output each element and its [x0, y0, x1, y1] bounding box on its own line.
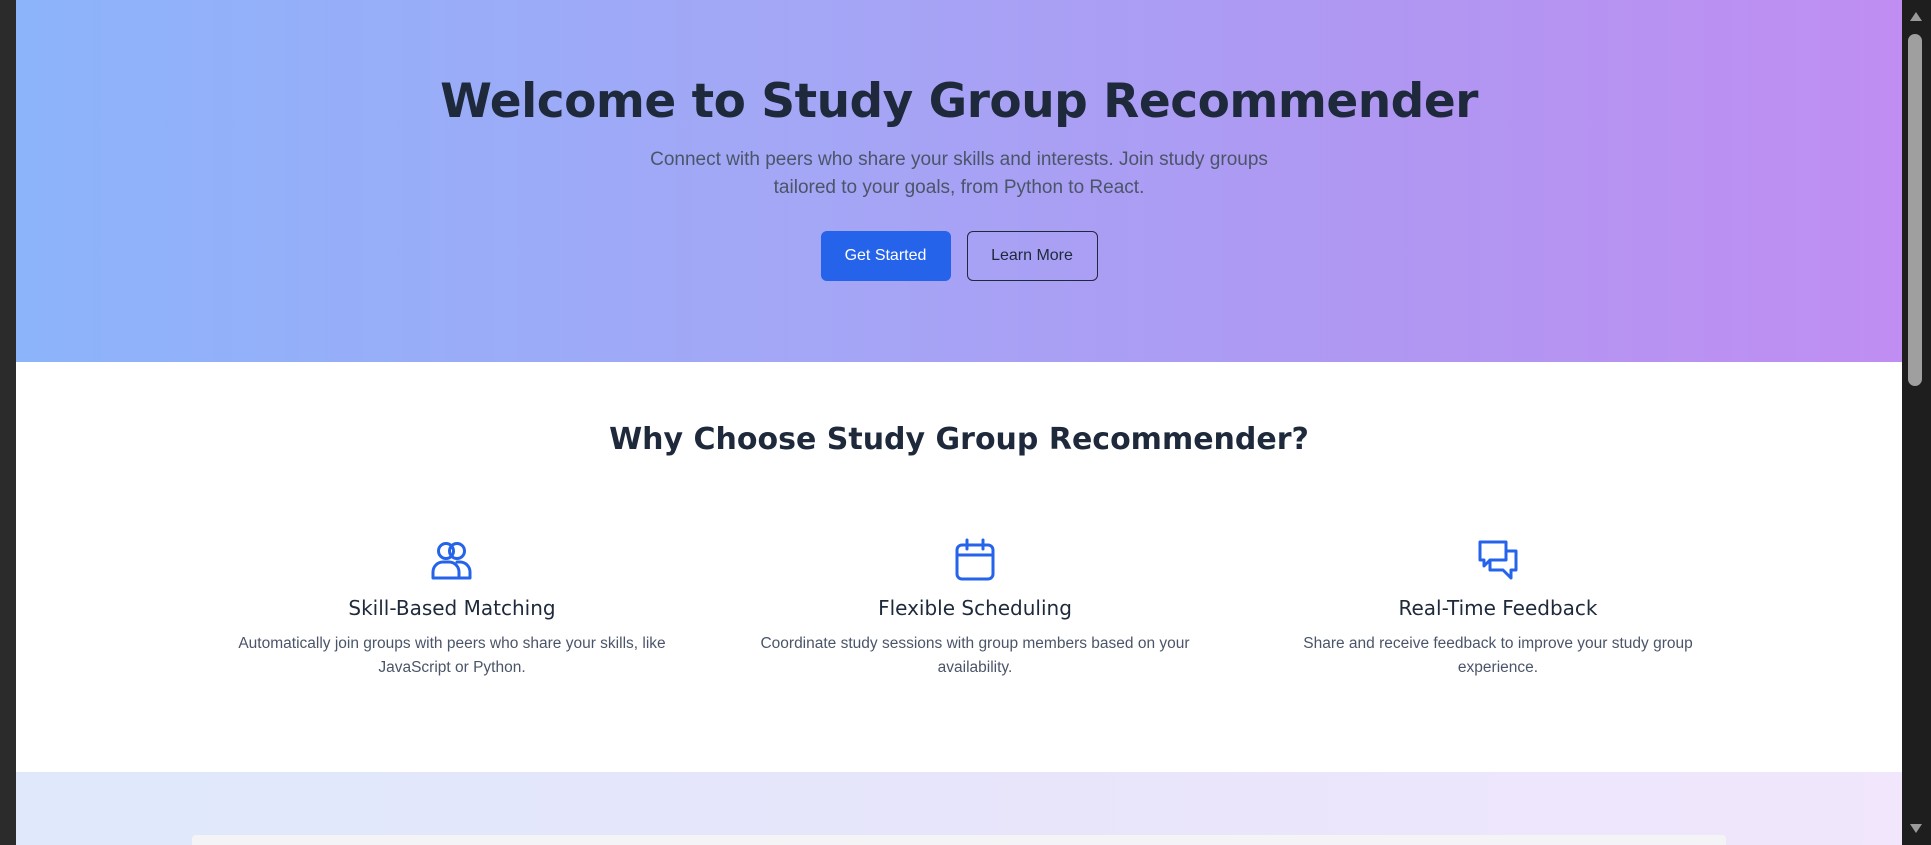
next-section: [16, 772, 1902, 845]
learn-more-button[interactable]: Learn More: [966, 231, 1098, 281]
browser-frame: Welcome to Study Group Recommender Conne…: [0, 0, 1931, 845]
calendar-icon: [955, 538, 995, 581]
next-section-card: [192, 835, 1726, 845]
vertical-scrollbar[interactable]: [1902, 0, 1931, 845]
hero-button-row: Get Started Learn More: [16, 231, 1902, 281]
feature-description: Coordinate study sessions with group mem…: [760, 635, 1190, 676]
page-viewport: Welcome to Study Group Recommender Conne…: [16, 0, 1902, 845]
feature-description: Share and receive feedback to improve yo…: [1303, 635, 1693, 676]
feature-title: Real-Time Feedback: [1398, 596, 1598, 620]
feature-title: Flexible Scheduling: [878, 596, 1072, 620]
features-heading: Why Choose Study Group Recommender?: [609, 422, 1309, 457]
feature-card-skill-matching: Skill-Based Matching Automatically join …: [212, 538, 692, 680]
hero-section: Welcome to Study Group Recommender Conne…: [16, 0, 1902, 362]
feature-card-real-time-feedback: Real-Time Feedback Share and receive fee…: [1258, 538, 1738, 680]
feature-description: Automatically join groups with peers who…: [238, 635, 666, 676]
feature-title: Skill-Based Matching: [348, 596, 556, 620]
users-icon: [431, 542, 472, 580]
scrollbar-thumb[interactable]: [1908, 34, 1922, 386]
window-left-border: [0, 0, 16, 845]
scroll-down-arrow-icon[interactable]: [1910, 824, 1922, 833]
chat-icon: [1478, 540, 1518, 580]
features-section: Why Choose Study Group Recommender? Skil…: [16, 362, 1902, 772]
hero-title: Welcome to Study Group Recommender: [440, 74, 1478, 129]
feature-card-flexible-scheduling: Flexible Scheduling Coordinate study ses…: [735, 538, 1215, 680]
scroll-up-arrow-icon[interactable]: [1910, 12, 1922, 21]
hero-subtitle: Connect with peers who share your skills…: [650, 149, 1268, 198]
get-started-button[interactable]: Get Started: [820, 231, 951, 281]
